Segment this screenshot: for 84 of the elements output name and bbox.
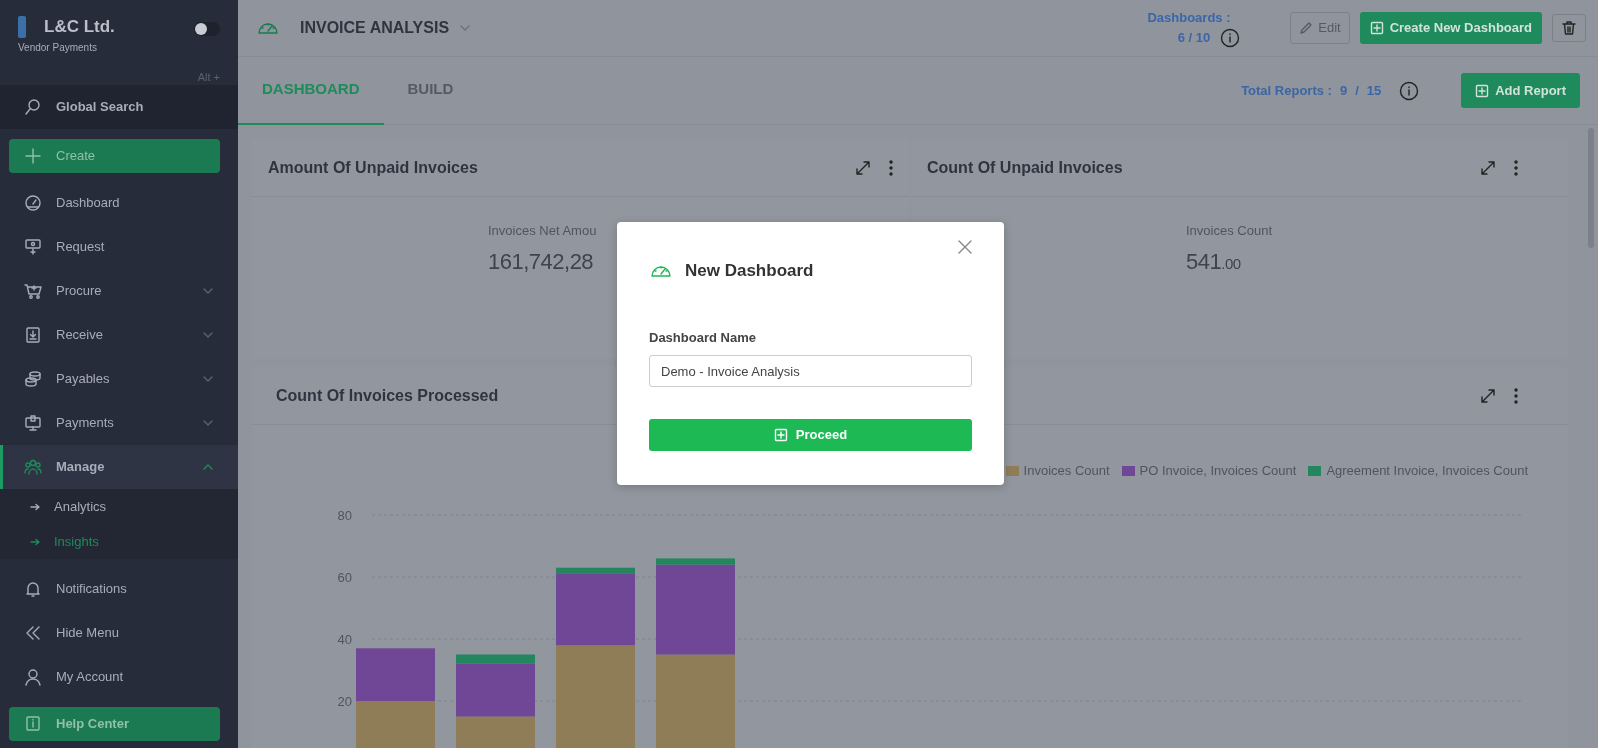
dashboard-title[interactable]: INVOICE ANALYSIS (300, 16, 450, 40)
money-request-icon (24, 238, 42, 256)
brand-subtitle: Vendor Payments (18, 40, 98, 55)
expand-icon (1480, 387, 1496, 404)
metric-value: 161,742,28 (488, 247, 594, 276)
plus-square-icon (773, 428, 788, 442)
kebab-menu-icon (889, 159, 893, 176)
reports-used: 9 (1339, 81, 1348, 100)
reports-total: 15 (1366, 81, 1382, 100)
sidebar-subitem[interactable]: Insights (0, 524, 238, 559)
plus-icon (24, 147, 42, 165)
double-chevron-left-icon (24, 624, 42, 642)
reports-separator: / (1355, 81, 1359, 100)
card-title: Amount Of Unpaid Invoices (268, 157, 478, 178)
bar-segment[interactable] (656, 564, 735, 654)
plus-square-icon (1475, 83, 1490, 98)
sidebar-item[interactable]: Manage (0, 445, 238, 489)
expand-icon (855, 159, 871, 176)
bell-icon (24, 580, 42, 598)
bar-segment[interactable] (656, 557, 735, 565)
brand-name: L&C Ltd. (44, 16, 115, 38)
axis-tick-label: 40 (337, 631, 352, 647)
bar-segment[interactable] (656, 654, 735, 748)
sidebar-item[interactable]: Dashboard (0, 181, 238, 225)
bar-segment[interactable] (556, 567, 635, 574)
sidebar-subitem[interactable]: Analytics (0, 489, 238, 524)
monitor-payment-icon (24, 414, 42, 432)
sidebar-item[interactable]: Hide Menu (0, 611, 238, 655)
kebab-menu-icon (1514, 387, 1518, 404)
create-dashboard-button[interactable]: Create New Dashboard (1359, 12, 1542, 44)
dialog-title: New Dashboard (685, 260, 814, 282)
info-box-icon (24, 715, 42, 733)
dashboards-count: 6 / 10 (1177, 29, 1211, 47)
axis-tick-label: 60 (337, 569, 352, 585)
sidebar-item[interactable]: Payments (0, 401, 238, 445)
delete-button[interactable] (1552, 14, 1586, 42)
trash-icon (1561, 20, 1577, 36)
axis-tick-label: 20 (337, 693, 352, 709)
cart-icon (24, 282, 42, 300)
metric-label: Invoices Count (1186, 222, 1272, 240)
bar-segment[interactable] (556, 573, 635, 645)
add-report-button[interactable]: Add Report (1461, 72, 1580, 109)
search-icon (24, 98, 42, 116)
sidebar-item[interactable]: Procure (0, 269, 238, 313)
pencil-icon (1299, 21, 1314, 35)
sidebar-item[interactable]: Notifications (0, 567, 238, 611)
bar-segment[interactable] (356, 647, 435, 701)
bar-segment[interactable] (556, 644, 635, 748)
expand-icon (1480, 159, 1496, 176)
gauge-icon (24, 194, 42, 212)
logo-mark (18, 15, 26, 38)
bar-segment[interactable] (456, 663, 535, 716)
card-title: Count Of Invoices Processed (276, 385, 499, 406)
bar-segment[interactable] (356, 700, 435, 748)
theme-toggle[interactable] (194, 22, 220, 36)
bar-segment[interactable] (456, 716, 535, 748)
card-title: Count Of Unpaid Invoices (927, 157, 1123, 178)
download-box-icon (24, 326, 42, 344)
sidebar-item[interactable]: Receive (0, 313, 238, 357)
coin-stack-icon (24, 370, 42, 388)
info-icon (1220, 27, 1241, 48)
sidebar-item[interactable]: Payables (0, 357, 238, 401)
close-icon[interactable] (958, 240, 972, 254)
axis-tick-label: 80 (337, 507, 352, 523)
legend-label: PO Invoice, Invoices Count (1139, 462, 1297, 480)
legend-label: Invoices Count (1023, 462, 1110, 480)
sidebar-item[interactable]: Request (0, 225, 238, 269)
arrow-right-icon (30, 537, 40, 546)
metric-value: 541.00 (1186, 247, 1241, 276)
bar-segment[interactable] (456, 654, 535, 664)
dashboard-name-field[interactable]: Demo - Invoice Analysis (649, 355, 972, 387)
field-label: Dashboard Name (649, 328, 757, 347)
plus-square-icon (1369, 21, 1384, 35)
dashboards-label: Dashboards : (1147, 9, 1231, 28)
kebab-menu-icon (1514, 159, 1518, 176)
legend-label: Agreement Invoice, Invoices Count (1326, 462, 1528, 480)
metric-label: Invoices Net Amou (488, 222, 597, 240)
sidebar-item[interactable]: My Account (0, 655, 238, 699)
people-icon (24, 458, 42, 476)
arrow-right-icon (30, 502, 40, 511)
global-search-item[interactable]: Global Search (0, 85, 238, 129)
info-icon (1399, 80, 1420, 101)
total-reports-label: Total Reports : (1241, 81, 1332, 100)
person-icon (24, 668, 42, 686)
